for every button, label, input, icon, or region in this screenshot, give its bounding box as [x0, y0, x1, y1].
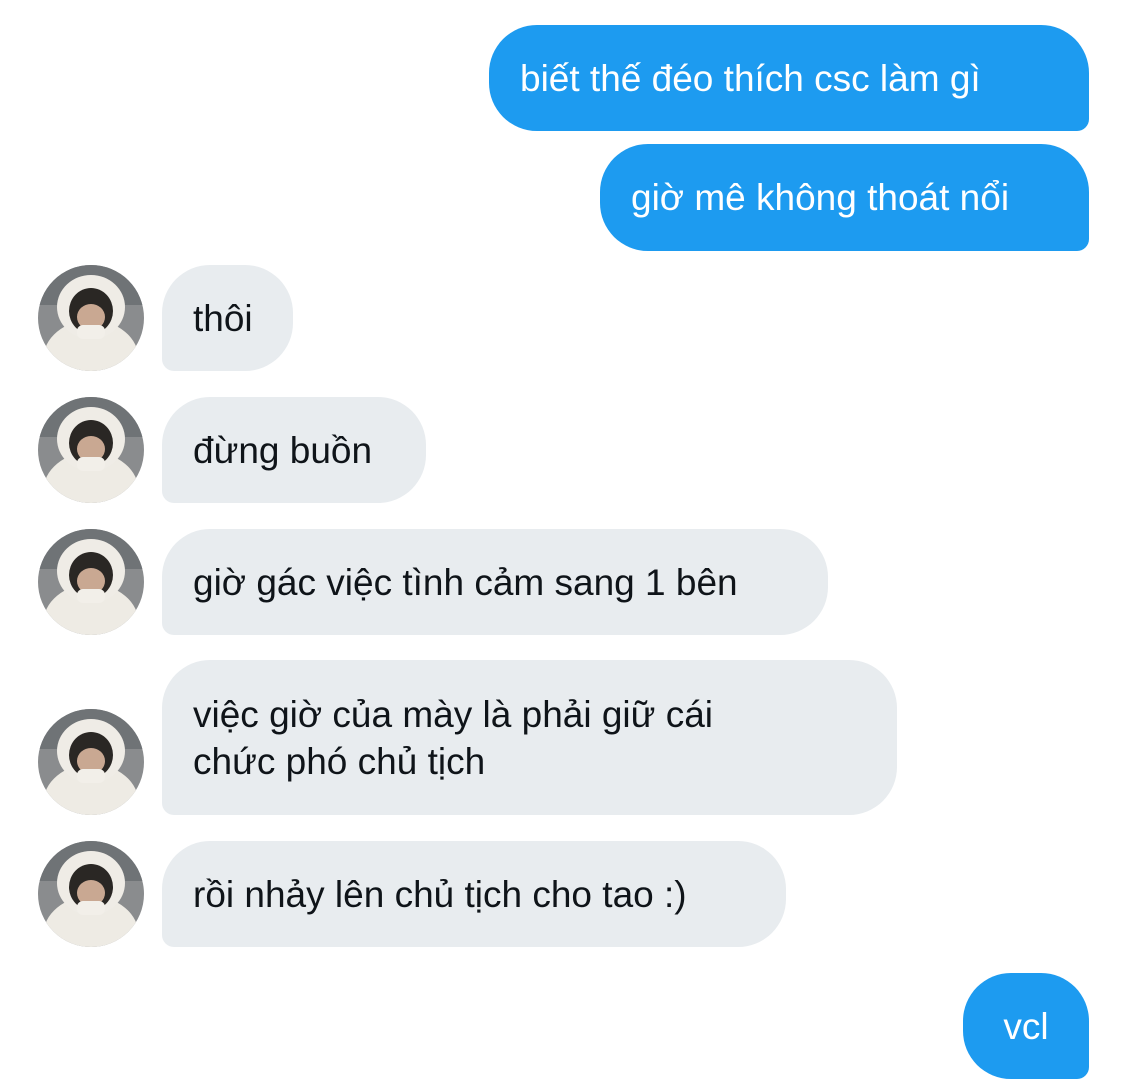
avatar-photo-icon: [38, 709, 144, 815]
message-bubble-received[interactable]: rồi nhảy lên chủ tịch cho tao :): [162, 841, 786, 947]
chat-thread: biết thế đéo thích csc làm gì giờ mê khô…: [0, 0, 1125, 1081]
contact-avatar[interactable]: [38, 709, 144, 815]
avatar-photo-icon: [38, 397, 144, 503]
avatar-photo-icon: [38, 529, 144, 635]
message-text: rồi nhảy lên chủ tịch cho tao :): [193, 873, 687, 915]
message-text: giờ mê không thoát nổi: [631, 177, 1010, 218]
message-bubble-sent[interactable]: giờ mê không thoát nổi: [600, 144, 1089, 251]
contact-avatar[interactable]: [38, 529, 144, 635]
contact-avatar[interactable]: [38, 397, 144, 503]
message-text: thôi: [193, 297, 253, 339]
contact-avatar[interactable]: [38, 841, 144, 947]
message-text: biết thế đéo thích csc làm gì: [520, 57, 981, 99]
message-bubble-received[interactable]: giờ gác việc tình cảm sang 1 bên: [162, 529, 828, 635]
message-text: việc giờ của mày là phải giữ cái chức ph…: [193, 693, 713, 782]
contact-avatar[interactable]: [38, 265, 144, 371]
message-bubble-received[interactable]: thôi: [162, 265, 293, 371]
message-bubble-received[interactable]: việc giờ của mày là phải giữ cái chức ph…: [162, 660, 897, 815]
avatar-photo-icon: [38, 265, 144, 371]
message-bubble-received[interactable]: đừng buồn: [162, 397, 426, 503]
avatar-photo-icon: [38, 841, 144, 947]
message-text: giờ gác việc tình cảm sang 1 bên: [193, 561, 738, 603]
message-bubble-sent[interactable]: vcl: [963, 973, 1089, 1079]
message-bubble-sent[interactable]: biết thế đéo thích csc làm gì: [489, 25, 1089, 131]
message-text: vcl: [1003, 1005, 1049, 1047]
message-text: đừng buồn: [193, 429, 373, 471]
